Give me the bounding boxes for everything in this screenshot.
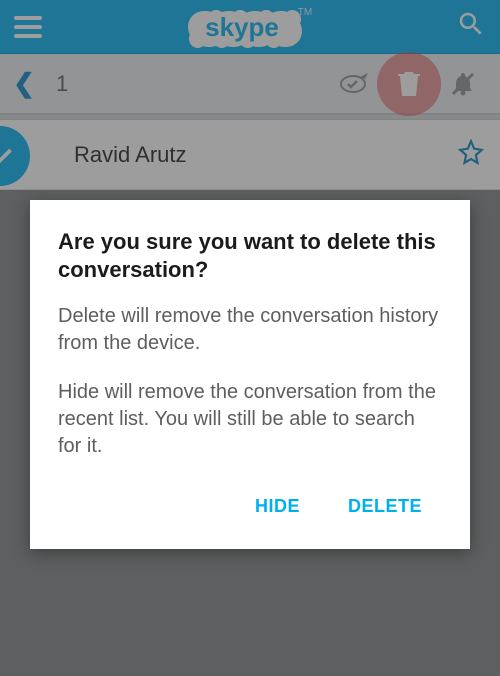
dialog-body: Delete will remove the conversation hist…: [58, 303, 442, 460]
delete-button-label: DELETE: [348, 496, 422, 516]
delete-button[interactable]: DELETE: [328, 482, 442, 531]
delete-conversation-dialog: Are you sure you want to delete this con…: [30, 200, 470, 549]
dialog-title: Are you sure you want to delete this con…: [58, 228, 442, 283]
app-screen: skype TM ❮ 1: [0, 0, 500, 676]
dialog-actions: HIDE DELETE: [58, 482, 442, 531]
dialog-body-delete: Delete will remove the conversation hist…: [58, 303, 442, 357]
dialog-body-hide: Hide will remove the conversation from t…: [58, 379, 442, 460]
hide-button[interactable]: HIDE: [235, 482, 320, 531]
